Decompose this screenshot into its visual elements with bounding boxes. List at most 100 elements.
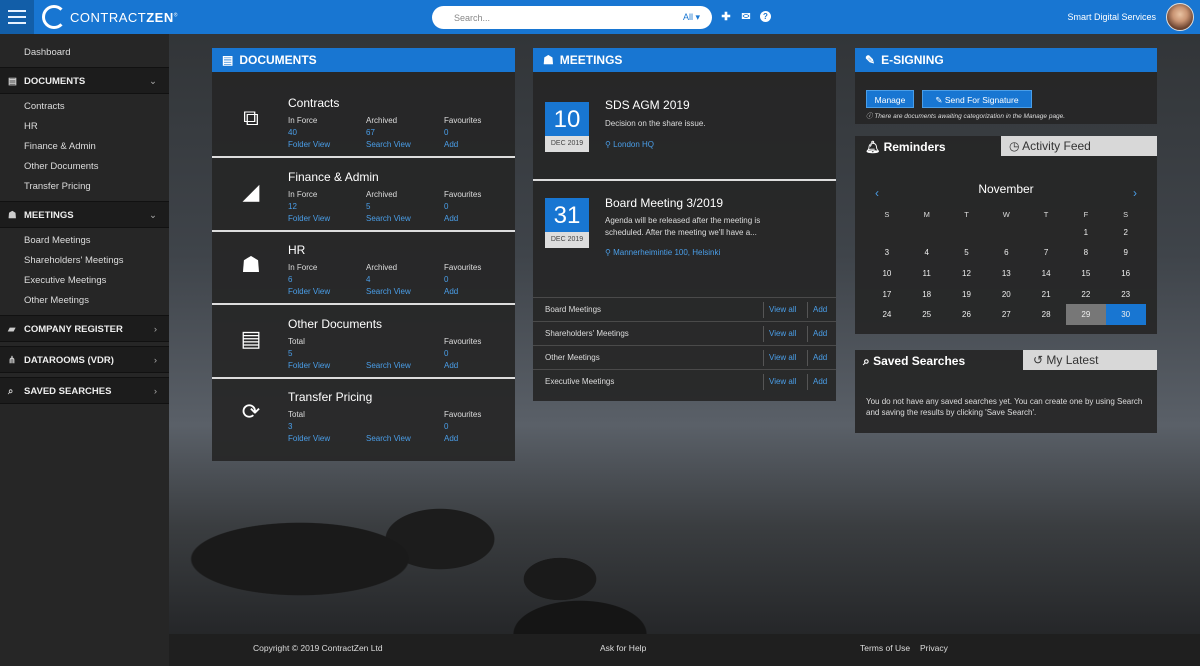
calendar-day[interactable]: 24 xyxy=(867,304,907,325)
calendar-day[interactable]: 14 xyxy=(1026,263,1066,284)
calendar-day[interactable]: 29 xyxy=(1065,304,1106,325)
meeting-card[interactable]: 31 DEC 2019 Board Meeting 3/2019 Agenda w… xyxy=(533,183,836,293)
document-category[interactable]: ▤ Other Documents Total 5 Folder View Se… xyxy=(212,306,515,379)
mail-icon[interactable]: ✉ xyxy=(740,10,752,23)
calendar-day[interactable]: 19 xyxy=(947,284,987,305)
c2-link[interactable]: Search View xyxy=(366,286,411,298)
sidebar-section-meetings[interactable]: ☗ MEETINGS ⌄ xyxy=(0,201,169,228)
menu-toggle-button[interactable] xyxy=(0,0,34,34)
calendar-day[interactable]: 13 xyxy=(986,263,1026,284)
sidebar-item-finance-admin[interactable]: Finance & Admin xyxy=(0,137,169,157)
document-category-title[interactable]: Finance & Admin xyxy=(288,170,379,184)
c3-count[interactable]: 0 xyxy=(444,127,481,139)
sidebar-section-company-register[interactable]: ▰ COMPANY REGISTER › xyxy=(0,315,169,342)
c1-link[interactable]: Folder View xyxy=(288,139,330,151)
document-category[interactable]: ☗ HR In Force 6 Folder View Archived 4 S… xyxy=(212,232,515,305)
add-link[interactable]: Add xyxy=(813,346,827,370)
add-link[interactable]: Add xyxy=(813,322,827,346)
calendar-day[interactable]: 3 xyxy=(867,243,907,264)
add-icon[interactable]: ✚ xyxy=(720,10,732,23)
view-all-link[interactable]: View all xyxy=(769,346,796,370)
avatar[interactable] xyxy=(1166,3,1194,31)
sidebar-item-transfer-pricing[interactable]: Transfer Pricing xyxy=(0,177,169,197)
search-input[interactable] xyxy=(454,12,683,23)
sidebar-section-saved-searches[interactable]: ⌕ SAVED SEARCHES › xyxy=(0,377,169,404)
document-category-title[interactable]: Contracts xyxy=(288,96,339,110)
c2-link[interactable]: Search View xyxy=(366,213,411,225)
c3-link[interactable]: Add xyxy=(444,433,481,445)
calendar-day[interactable]: 17 xyxy=(867,284,907,305)
calendar-day[interactable]: 7 xyxy=(1026,243,1066,264)
c1-link[interactable]: Folder View xyxy=(288,433,330,445)
calendar-day[interactable]: 23 xyxy=(1106,284,1146,305)
calendar-day[interactable]: 22 xyxy=(1066,284,1106,305)
logo[interactable]: CONTRACTZEN® xyxy=(42,5,178,29)
c1-count[interactable]: 12 xyxy=(288,201,330,213)
ask-for-help-link[interactable]: Ask for Help xyxy=(600,634,646,662)
document-category[interactable]: ⧉ Contracts In Force 40 Folder View Arch… xyxy=(212,85,515,158)
calendar-day[interactable]: 18 xyxy=(907,284,947,305)
view-all-link[interactable]: View all xyxy=(769,370,796,394)
c3-count[interactable]: 0 xyxy=(444,274,481,286)
tab-activity-feed[interactable]: ◷ Activity Feed xyxy=(1001,136,1157,156)
sidebar-item-shareholders-meetings[interactable]: Shareholders' Meetings xyxy=(0,251,169,271)
help-icon[interactable]: ? xyxy=(760,11,771,22)
calendar-day[interactable]: 12 xyxy=(947,263,987,284)
calendar-day[interactable]: 11 xyxy=(907,263,947,284)
sidebar-section-datarooms[interactable]: ⋔ DATAROOMS (VDR) › xyxy=(0,346,169,373)
c3-count[interactable]: 0 xyxy=(444,348,481,360)
tab-reminders[interactable]: 🔔︎ Reminders xyxy=(855,136,1001,158)
c3-link[interactable]: Add xyxy=(444,360,481,372)
c1-link[interactable]: Folder View xyxy=(288,286,330,298)
c3-link[interactable]: Add xyxy=(444,139,481,151)
document-category-title[interactable]: Transfer Pricing xyxy=(288,390,372,404)
c2-count[interactable] xyxy=(366,421,411,433)
document-category[interactable]: ⟳ Transfer Pricing Total 3 Folder View S… xyxy=(212,379,515,452)
sidebar-item-hr[interactable]: HR xyxy=(0,117,169,137)
calendar-day[interactable]: 5 xyxy=(947,243,987,264)
tab-saved-searches[interactable]: ⌕ Saved Searches xyxy=(855,350,1023,372)
calendar-day[interactable]: 4 xyxy=(907,243,947,264)
calendar-day[interactable]: 10 xyxy=(867,263,907,284)
view-all-link[interactable]: View all xyxy=(769,322,796,346)
account-name[interactable]: Smart Digital Services xyxy=(1067,12,1156,22)
send-for-signature-button[interactable]: ✎ Send For Signature xyxy=(922,90,1032,108)
sidebar-item-executive-meetings[interactable]: Executive Meetings xyxy=(0,271,169,291)
c1-count[interactable]: 3 xyxy=(288,421,330,433)
calendar-day[interactable]: 28 xyxy=(1026,304,1066,325)
c1-link[interactable]: Folder View xyxy=(288,360,330,372)
meeting-location[interactable]: ⚲ Mannerheimintie 100, Helsinki xyxy=(605,248,720,257)
sidebar-section-documents[interactable]: ▤ DOCUMENTS ⌄ xyxy=(0,67,169,94)
c2-count[interactable]: 5 xyxy=(366,201,411,213)
sidebar-item-dashboard[interactable]: Dashboard xyxy=(0,43,169,63)
calendar-day[interactable]: 9 xyxy=(1106,243,1146,264)
terms-of-use-link[interactable]: Terms of Use xyxy=(860,634,910,662)
tab-my-latest[interactable]: ↺ My Latest xyxy=(1023,350,1157,370)
calendar-day[interactable]: 8 xyxy=(1066,243,1106,264)
c3-link[interactable]: Add xyxy=(444,286,481,298)
calendar-day[interactable]: 21 xyxy=(1026,284,1066,305)
c2-count[interactable] xyxy=(366,348,411,360)
search-scope-select[interactable]: All ▾ xyxy=(683,12,700,23)
c2-link[interactable]: Search View xyxy=(366,360,411,372)
add-link[interactable]: Add xyxy=(813,370,827,394)
document-category-title[interactable]: Other Documents xyxy=(288,317,382,331)
c3-count[interactable]: 0 xyxy=(444,201,481,213)
calendar-day[interactable]: 15 xyxy=(1066,263,1106,284)
privacy-link[interactable]: Privacy xyxy=(920,634,948,662)
c1-count[interactable]: 5 xyxy=(288,348,330,360)
meeting-card[interactable]: 10 DEC 2019 SDS AGM 2019 Decision on the … xyxy=(533,88,836,181)
c3-count[interactable]: 0 xyxy=(444,421,481,433)
calendar-day[interactable]: 6 xyxy=(986,243,1026,264)
sidebar-item-contracts[interactable]: Contracts xyxy=(0,97,169,117)
calendar-day[interactable]: 30 xyxy=(1105,304,1146,325)
c2-link[interactable]: Search View xyxy=(366,139,411,151)
sidebar-item-other-documents[interactable]: Other Documents xyxy=(0,157,169,177)
calendar-day[interactable]: 20 xyxy=(986,284,1026,305)
meeting-title[interactable]: Board Meeting 3/2019 xyxy=(605,196,723,210)
c2-link[interactable]: Search View xyxy=(366,433,411,445)
c1-count[interactable]: 6 xyxy=(288,274,330,286)
manage-button[interactable]: Manage xyxy=(866,90,914,108)
c2-count[interactable]: 4 xyxy=(366,274,411,286)
c1-link[interactable]: Folder View xyxy=(288,213,330,225)
